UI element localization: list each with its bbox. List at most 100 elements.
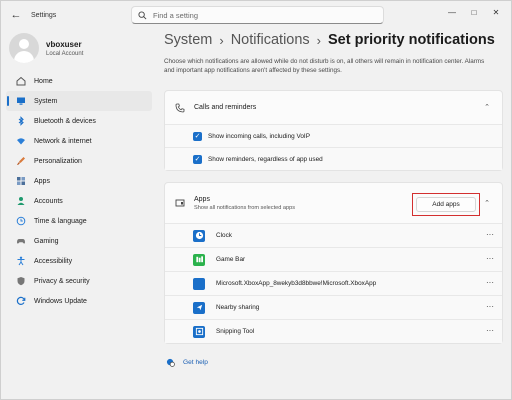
app-label: Clock [216, 232, 232, 239]
settings-window: ← Settings Find a setting — □ ✕ vboxuser… [0, 0, 512, 400]
sidebar-item-time-language[interactable]: Time & language [6, 211, 152, 231]
window-controls: — □ ✕ [441, 1, 507, 23]
sidebar-item-label: System [34, 97, 58, 105]
chevron-up-icon[interactable]: ⌃ [484, 199, 490, 207]
update-icon [16, 296, 26, 305]
more-options-icon[interactable]: ··· [486, 230, 494, 239]
more-options-icon[interactable]: ··· [486, 326, 494, 335]
nearby-sharing-icon [193, 301, 205, 314]
sidebar-item-personalization[interactable]: Personalization [6, 151, 152, 171]
sidebar-item-home[interactable]: Home [6, 71, 152, 91]
calls-reminders-card: Calls and reminders ⌃ ✓ Show incoming ca… [164, 90, 503, 171]
breadcrumb: System › Notifications › Set priority no… [164, 29, 504, 51]
add-apps-button[interactable]: Add apps [416, 197, 476, 212]
globe-clock-icon [16, 216, 26, 226]
sidebar-item-label: Apps [34, 177, 50, 185]
wifi-icon [17, 138, 25, 145]
apps-window-icon [175, 199, 185, 207]
sidebar-item-label: Home [34, 77, 53, 85]
person-icon [17, 197, 25, 205]
add-apps-highlight: Add apps [412, 193, 480, 216]
apps-title: Apps [194, 195, 210, 203]
apps-card: Apps Show all notifications from selecte… [164, 182, 503, 344]
more-options-icon[interactable]: ··· [486, 278, 494, 287]
xbox-app-icon [193, 277, 205, 290]
accessibility-icon [17, 256, 25, 266]
more-options-icon[interactable]: ··· [486, 302, 494, 311]
sidebar-item-label: Gaming [34, 237, 59, 245]
app-row-game-bar: Game Bar ··· [165, 247, 502, 271]
sidebar-item-label: Accounts [34, 197, 63, 205]
apps-header[interactable]: Apps Show all notifications from selecte… [165, 183, 502, 223]
calls-reminders-title: Calls and reminders [194, 104, 257, 111]
sidebar-item-apps[interactable]: Apps [6, 171, 152, 191]
checkbox-checked[interactable]: ✓ [193, 154, 202, 164]
sidebar-item-label: Bluetooth & devices [34, 117, 96, 125]
more-options-icon[interactable]: ··· [486, 254, 494, 263]
phone-icon [175, 103, 185, 112]
chevron-up-icon[interactable]: ⌃ [484, 103, 490, 111]
app-label: Nearby sharing [216, 304, 260, 311]
app-row-clock: Clock ··· [165, 223, 502, 247]
sidebar-item-label: Privacy & security [34, 277, 90, 285]
profile-account-type: Local Account [46, 50, 84, 57]
option-label: Show incoming calls, including VoIP [208, 132, 310, 140]
avatar [9, 33, 39, 63]
home-icon [16, 76, 26, 86]
app-title: Settings [31, 11, 57, 19]
sidebar-item-system[interactable]: System [6, 91, 152, 111]
help-icon [166, 358, 175, 367]
sidebar-item-privacy-security[interactable]: Privacy & security [6, 271, 152, 291]
gamebar-icon [193, 253, 205, 266]
sidebar-nav: Home System Bluetooth & devices Network … [6, 71, 152, 311]
app-row-xbox-app: Microsoft.XboxApp_8wekyb3d8bbwe!Microsof… [165, 271, 502, 295]
maximize-icon[interactable]: □ [463, 1, 485, 23]
main-content: System › Notifications › Set priority no… [164, 29, 504, 344]
checkbox-checked[interactable]: ✓ [193, 131, 202, 141]
sidebar-item-label: Time & language [34, 217, 87, 225]
search-placeholder: Find a setting [153, 10, 199, 20]
get-help-label: Get help [183, 359, 208, 366]
monitor-icon [17, 97, 25, 105]
search-input[interactable]: Find a setting [131, 6, 384, 24]
chevron-right-icon: › [316, 32, 322, 48]
profile-name: vboxuser [46, 39, 82, 49]
sidebar-item-bluetooth[interactable]: Bluetooth & devices [6, 111, 152, 131]
sidebar-item-label: Windows Update [34, 297, 87, 305]
controller-icon [17, 239, 25, 244]
user-profile[interactable]: vboxuser Local Account [9, 33, 83, 63]
chevron-right-icon: › [219, 32, 224, 48]
option-label: Show reminders, regardless of app used [208, 155, 323, 163]
sidebar-item-accessibility[interactable]: Accessibility [6, 251, 152, 271]
sidebar-item-label: Personalization [34, 157, 82, 165]
sidebar-item-network[interactable]: Network & internet [6, 131, 152, 151]
app-label: Microsoft.XboxApp_8wekyb3d8bbwe!Microsof… [216, 280, 377, 287]
get-help-link[interactable]: Get help [166, 358, 208, 367]
snipping-tool-icon [193, 325, 205, 338]
page-description: Choose which notifications are allowed w… [164, 58, 485, 74]
sidebar-item-windows-update[interactable]: Windows Update [6, 291, 152, 311]
option-reminders[interactable]: ✓ Show reminders, regardless of app used [165, 147, 502, 170]
page-title: Set priority notifications [328, 32, 495, 48]
breadcrumb-system[interactable]: System [164, 32, 212, 48]
sidebar-item-label: Network & internet [34, 137, 92, 145]
app-label: Game Bar [216, 256, 246, 263]
clock-icon [193, 229, 205, 242]
sidebar-item-gaming[interactable]: Gaming [6, 231, 152, 251]
apps-subtitle: Show all notifications from selected app… [194, 204, 296, 211]
calls-reminders-header[interactable]: Calls and reminders ⌃ [165, 91, 502, 124]
option-incoming-calls[interactable]: ✓ Show incoming calls, including VoIP [165, 124, 502, 147]
brush-icon [17, 157, 25, 165]
back-arrow-icon: ← [10, 9, 22, 21]
sidebar-item-label: Accessibility [34, 257, 73, 265]
back-button[interactable]: ← [7, 6, 25, 24]
sidebar-item-accounts[interactable]: Accounts [6, 191, 152, 211]
shield-icon [17, 277, 25, 286]
app-row-snipping-tool: Snipping Tool ··· [165, 319, 502, 343]
breadcrumb-notifications[interactable]: Notifications [231, 32, 310, 48]
minimize-icon[interactable]: — [441, 1, 463, 23]
apps-icon [17, 177, 25, 185]
title-bar: ← Settings Find a setting — □ ✕ [1, 1, 511, 29]
bluetooth-icon [18, 116, 24, 126]
close-icon[interactable]: ✕ [485, 1, 507, 23]
